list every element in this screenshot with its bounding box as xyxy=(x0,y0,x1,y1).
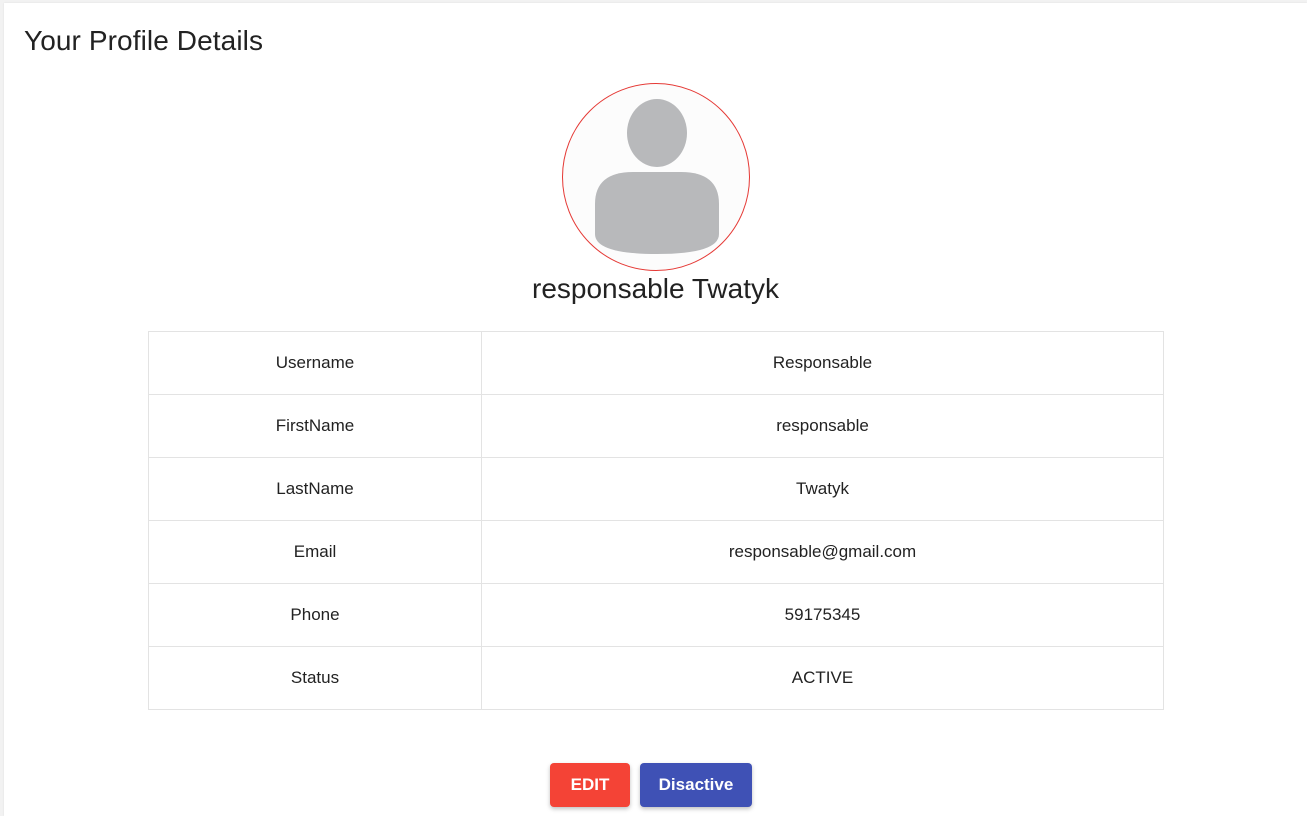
edit-button[interactable]: EDIT xyxy=(550,763,630,807)
row-label: LastName xyxy=(148,457,482,521)
row-label: Phone xyxy=(148,583,482,647)
profile-last-name: Twatyk xyxy=(691,273,779,304)
row-value: responsable@gmail.com xyxy=(481,520,1164,584)
row-value: responsable xyxy=(481,394,1164,458)
row-value: Responsable xyxy=(481,331,1164,395)
table-row-status: Status ACTIVE xyxy=(148,646,1164,710)
row-label: Email xyxy=(148,520,482,584)
row-label: Username xyxy=(148,331,482,395)
row-label: FirstName xyxy=(148,394,482,458)
page-title: Your Profile Details xyxy=(24,25,264,56)
row-value: ACTIVE xyxy=(481,646,1164,710)
disactive-button[interactable]: Disactive xyxy=(640,763,752,807)
user-silhouette-icon xyxy=(595,99,719,254)
row-value: 59175345 xyxy=(481,583,1164,647)
table-row-firstname: FirstName responsable xyxy=(148,394,1164,458)
table-row-phone: Phone 59175345 xyxy=(148,583,1164,647)
table-row-username: Username Responsable xyxy=(148,331,1164,395)
row-label: Status xyxy=(148,646,482,710)
avatar xyxy=(562,83,750,271)
profile-details-table: Username Responsable FirstName responsab… xyxy=(148,331,1164,710)
profile-card: Your Profile Details responsable Twatyk … xyxy=(4,3,1307,816)
profile-full-name: responsable Twatyk xyxy=(4,273,1307,305)
row-value: Twatyk xyxy=(481,457,1164,521)
profile-first-name: responsable xyxy=(532,273,685,304)
table-row-lastname: LastName Twatyk xyxy=(148,457,1164,521)
table-row-email: Email responsable@gmail.com xyxy=(148,520,1164,584)
